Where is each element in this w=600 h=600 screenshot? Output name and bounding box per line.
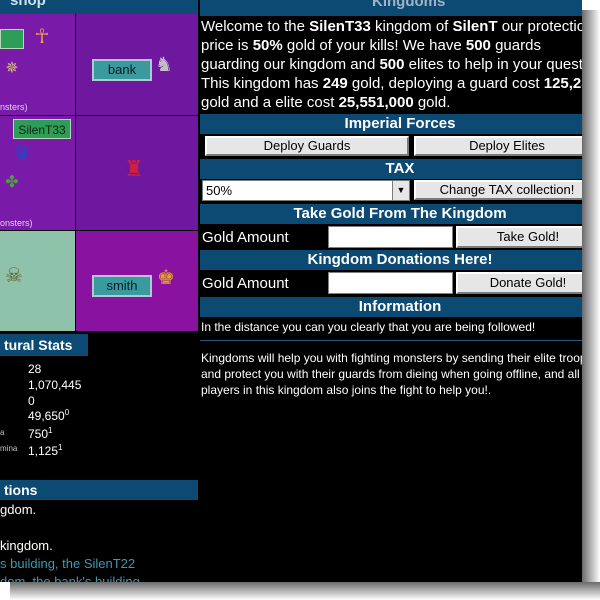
game-window: shop ☥ ✵ nsters) bank ♞ SilenT33 ♛ ✤ ons… xyxy=(0,0,582,582)
divider xyxy=(200,340,582,341)
knight-icon: ♞ xyxy=(155,54,173,76)
welcome-highlight: 125,250 xyxy=(543,75,582,92)
vampire-icon: ♜ xyxy=(124,156,144,181)
kingdom-title: Kingdoms xyxy=(372,0,446,10)
welcome-highlight: SilenT33 xyxy=(309,18,371,35)
stat-value-2: 1,070,445 xyxy=(28,378,82,392)
welcome-text: gold. xyxy=(413,94,451,111)
kingdom-panel: Kingdoms Welcome to the SilenT33 kingdom… xyxy=(200,0,582,582)
welcome-text: gold of your kills! We have xyxy=(282,37,466,54)
map-cell[interactable]: smith ♚ xyxy=(76,231,198,331)
bank-button[interactable]: bank xyxy=(92,59,152,81)
map-cell[interactable]: ☠ xyxy=(0,231,75,331)
kingdom-header: Kingdoms xyxy=(200,0,582,16)
map-cell[interactable]: SilenT33 ♛ ✤ onsters) xyxy=(0,116,75,230)
mummy-icon: ☥ xyxy=(34,26,50,48)
stat-value-3: 0 xyxy=(28,394,35,408)
information-header: Information xyxy=(200,297,582,317)
location-link[interactable]: dom, the bank's building, xyxy=(0,574,143,582)
map-cell[interactable]: bank ♞ xyxy=(76,14,198,115)
location-line: gdom. xyxy=(0,502,37,517)
tax-selected-value: 50% xyxy=(206,183,233,198)
welcome-highlight: 249 xyxy=(322,75,348,92)
creature-icon: ✵ xyxy=(5,60,19,77)
donate-gold-button[interactable]: Donate Gold! xyxy=(456,272,582,294)
take-gold-header: Take Gold From The Kingdom xyxy=(200,204,582,224)
stat-value-5: 7501 xyxy=(28,426,53,441)
tax-header: TAX xyxy=(200,159,582,179)
welcome-highlight: 500 xyxy=(465,37,491,54)
location-link[interactable]: s building, the SilenT22 xyxy=(0,556,135,571)
stats-header: tural Stats xyxy=(0,334,88,356)
deploy-elites-button[interactable]: Deploy Elites xyxy=(414,136,582,156)
welcome-highlight: 25,551,000 xyxy=(338,94,414,111)
monsters-note: onsters) xyxy=(0,218,33,228)
window-shadow xyxy=(10,582,600,600)
stat-label-6: mina xyxy=(0,444,18,453)
location-line: kingdom. xyxy=(0,538,53,553)
donations-header: Kingdom Donations Here! xyxy=(200,250,582,270)
donate-gold-input[interactable] xyxy=(328,272,453,294)
take-gold-label: Gold Amount xyxy=(202,229,289,246)
map-cell-button[interactable] xyxy=(0,29,24,49)
monsters-note: nsters) xyxy=(0,102,28,112)
shop-title: shop xyxy=(10,0,46,9)
left-panel: shop ☥ ✵ nsters) bank ♞ SilenT33 ♛ ✤ ons… xyxy=(0,0,198,582)
imperial-forces-header: Imperial Forces xyxy=(200,114,582,134)
welcome-text: kingdom of xyxy=(370,18,453,35)
donate-gold-label: Gold Amount xyxy=(202,275,289,292)
wizard-icon: ♛ xyxy=(12,140,32,165)
welcome-text: gold and a elite cost xyxy=(201,94,339,111)
take-gold-input[interactable] xyxy=(328,226,453,248)
stat-value-6: 1,1251 xyxy=(28,443,63,458)
chevron-down-icon[interactable]: ▼ xyxy=(392,181,409,200)
welcome-highlight: SilenT xyxy=(452,18,498,35)
goblin-icon: ✤ xyxy=(5,174,19,191)
welcome-highlight: 50% xyxy=(252,37,283,54)
shop-header: shop xyxy=(0,0,198,14)
welcome-text: gold, deploying a guard cost xyxy=(347,75,544,92)
window-shadow xyxy=(582,10,600,600)
deploy-guards-button[interactable]: Deploy Guards xyxy=(205,136,409,156)
map-cell[interactable]: ☥ ✵ nsters) xyxy=(0,14,75,115)
stat-label-5: a xyxy=(0,428,5,437)
smith-character-icon: ♚ xyxy=(157,267,175,289)
player-silent33-button[interactable]: SilenT33 xyxy=(13,119,71,139)
smith-button[interactable]: smith xyxy=(92,275,152,297)
locations-header: tions xyxy=(0,480,198,500)
stat-value-4: 49,6500 xyxy=(28,408,70,423)
map-cell[interactable]: ♜ xyxy=(76,116,198,230)
tax-select[interactable]: 50% ▼ xyxy=(202,180,410,201)
information-text: In the distance you can you clearly that… xyxy=(201,320,536,334)
skeleton-icon: ☠ xyxy=(5,265,23,287)
information-description: Kingdoms will help you with fighting mon… xyxy=(201,351,582,397)
welcome-text: Welcome to the xyxy=(201,18,310,35)
welcome-highlight: 500 xyxy=(379,56,405,73)
stat-value-1: 28 xyxy=(28,362,42,376)
change-tax-button[interactable]: Change TAX collection! xyxy=(414,180,582,200)
take-gold-button[interactable]: Take Gold! xyxy=(456,226,582,248)
kingdom-welcome-text: Welcome to the SilenT33 kingdom of Silen… xyxy=(201,17,582,112)
